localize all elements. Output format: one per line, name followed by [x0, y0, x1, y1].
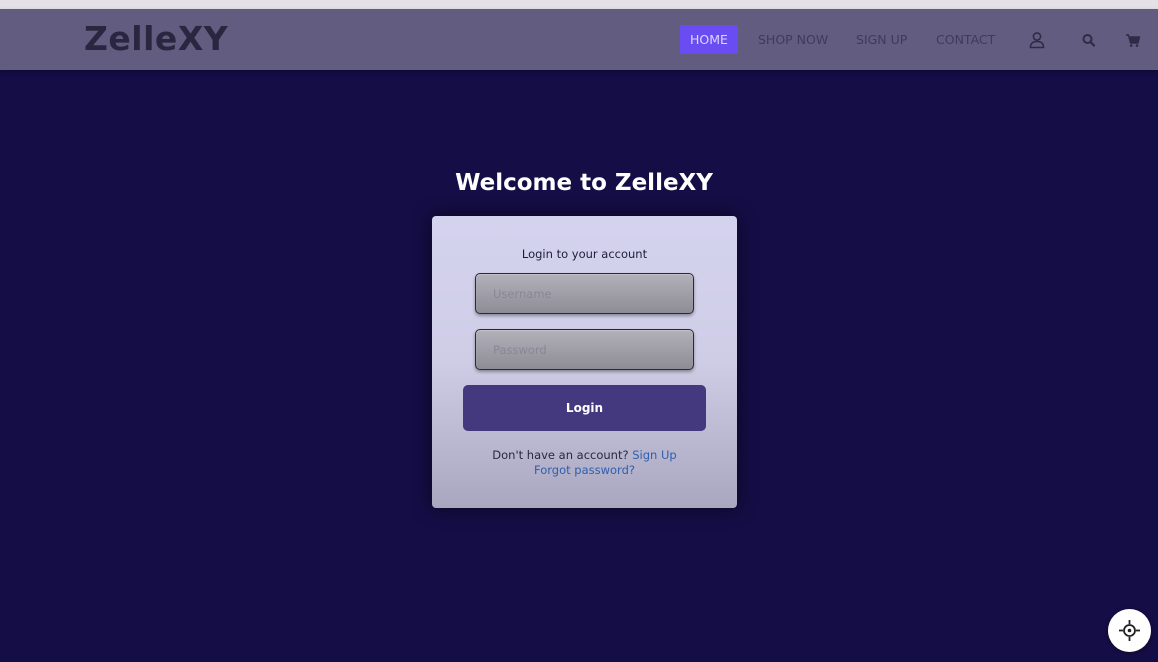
password-input[interactable] [475, 329, 694, 370]
username-input[interactable] [475, 273, 694, 314]
login-button[interactable]: Login [463, 385, 706, 431]
floating-action-button[interactable] [1108, 609, 1151, 652]
nav-link-contact[interactable]: CONTACT [936, 25, 995, 54]
cart-icon[interactable] [1124, 31, 1142, 49]
nav-link-sign-up[interactable]: SIGN UP [856, 25, 907, 54]
login-card: Login to your account Login Don't have a… [432, 216, 737, 508]
top-strip [0, 0, 1158, 9]
forgot-row: Forgot password? [432, 463, 737, 477]
user-icon[interactable] [1028, 31, 1046, 49]
search-icon[interactable] [1080, 31, 1098, 49]
signup-link[interactable]: Sign Up [632, 448, 676, 462]
signup-prompt-row: Don't have an account? Sign Up [432, 448, 737, 462]
nav-link-home[interactable]: HOME [680, 25, 738, 54]
forgot-password-link[interactable]: Forgot password? [534, 463, 635, 477]
login-heading: Login to your account [521, 247, 648, 261]
navbar: ZelleXY HOME SHOP NOW SIGN UP CONTACT [0, 9, 1158, 70]
signup-prompt-text: Don't have an account? [492, 448, 629, 462]
page-title: Welcome to ZelleXY [455, 170, 713, 196]
nav-link-shop-now[interactable]: SHOP NOW [758, 25, 828, 54]
site-logo[interactable]: ZelleXY [84, 19, 228, 59]
